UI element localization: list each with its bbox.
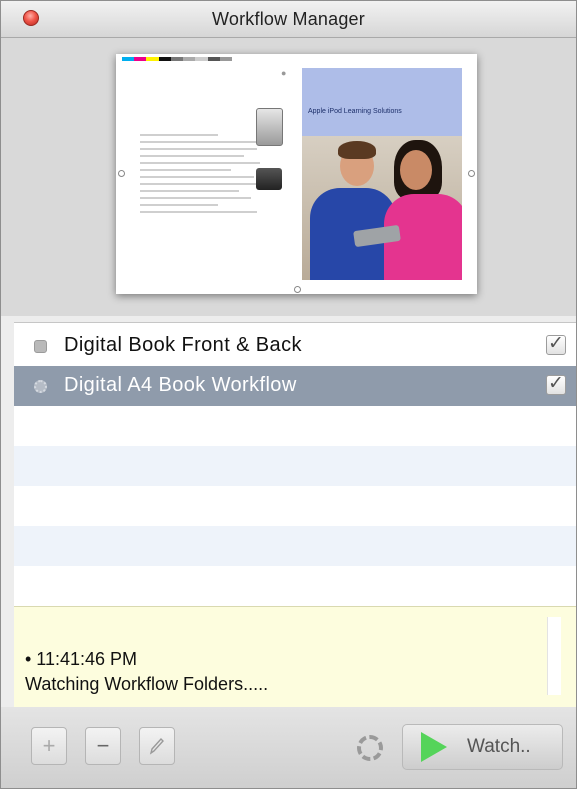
log-timestamp: • 11:41:46 PM: [25, 649, 138, 669]
edit-workflow-button[interactable]: [139, 727, 175, 765]
case-image: [256, 168, 282, 190]
list-empty-row: [14, 566, 576, 606]
workflow-manager-window: Workflow Manager ● Apple iPod Learning S…: [0, 0, 577, 789]
bottom-toolbar: + − Watch..: [1, 707, 576, 788]
color-calibration-bar: [122, 57, 232, 61]
log-scrollbar[interactable]: [547, 617, 561, 695]
title-bar[interactable]: Workflow Manager: [1, 1, 576, 38]
remove-workflow-button[interactable]: −: [85, 727, 121, 765]
list-empty-row: [14, 486, 576, 526]
progress-spinner-icon: [357, 735, 383, 761]
list-empty-row: [14, 526, 576, 566]
checkmark-icon[interactable]: ✓: [546, 334, 566, 355]
log-status-text: Watching Workflow Folders.....: [25, 674, 269, 694]
workflow-list[interactable]: Digital Book Front & Back ✓ Digital A4 B…: [14, 322, 576, 607]
play-icon: [421, 732, 447, 762]
add-workflow-button[interactable]: +: [31, 727, 67, 765]
cover-title: Apple iPod Learning Solutions: [308, 108, 402, 115]
workflow-row-selected[interactable]: Digital A4 Book Workflow ✓: [14, 366, 576, 406]
watch-button-label: Watch..: [467, 736, 531, 757]
registration-mark: [118, 170, 125, 177]
workflow-label: Digital A4 Book Workflow: [64, 374, 297, 396]
workflow-icon: [34, 340, 47, 353]
checkmark-icon[interactable]: ✓: [546, 374, 566, 395]
list-empty-row: [14, 406, 576, 446]
workflow-label: Digital Book Front & Back: [64, 334, 302, 356]
page-text-block: [140, 134, 270, 218]
apple-logo-icon: ●: [281, 68, 287, 78]
registration-mark: [468, 170, 475, 177]
status-log: • 11:41:46 PM Watching Workflow Folders.…: [14, 606, 576, 708]
cover-header: [302, 68, 462, 136]
window-title: Workflow Manager: [212, 9, 365, 29]
preview-pane: ● Apple iPod Learning Solutions: [1, 38, 576, 316]
document-preview: ● Apple iPod Learning Solutions: [116, 54, 477, 294]
watch-button[interactable]: Watch..: [402, 724, 563, 770]
printer-image: [256, 108, 283, 146]
gear-icon: [34, 380, 47, 393]
workflow-row[interactable]: Digital Book Front & Back ✓: [14, 326, 576, 366]
pencil-icon: [149, 737, 164, 755]
book-cover: Apple iPod Learning Solutions: [302, 68, 462, 280]
cover-photo: [302, 136, 462, 280]
list-empty-row: [14, 446, 576, 486]
registration-mark: [294, 286, 301, 293]
